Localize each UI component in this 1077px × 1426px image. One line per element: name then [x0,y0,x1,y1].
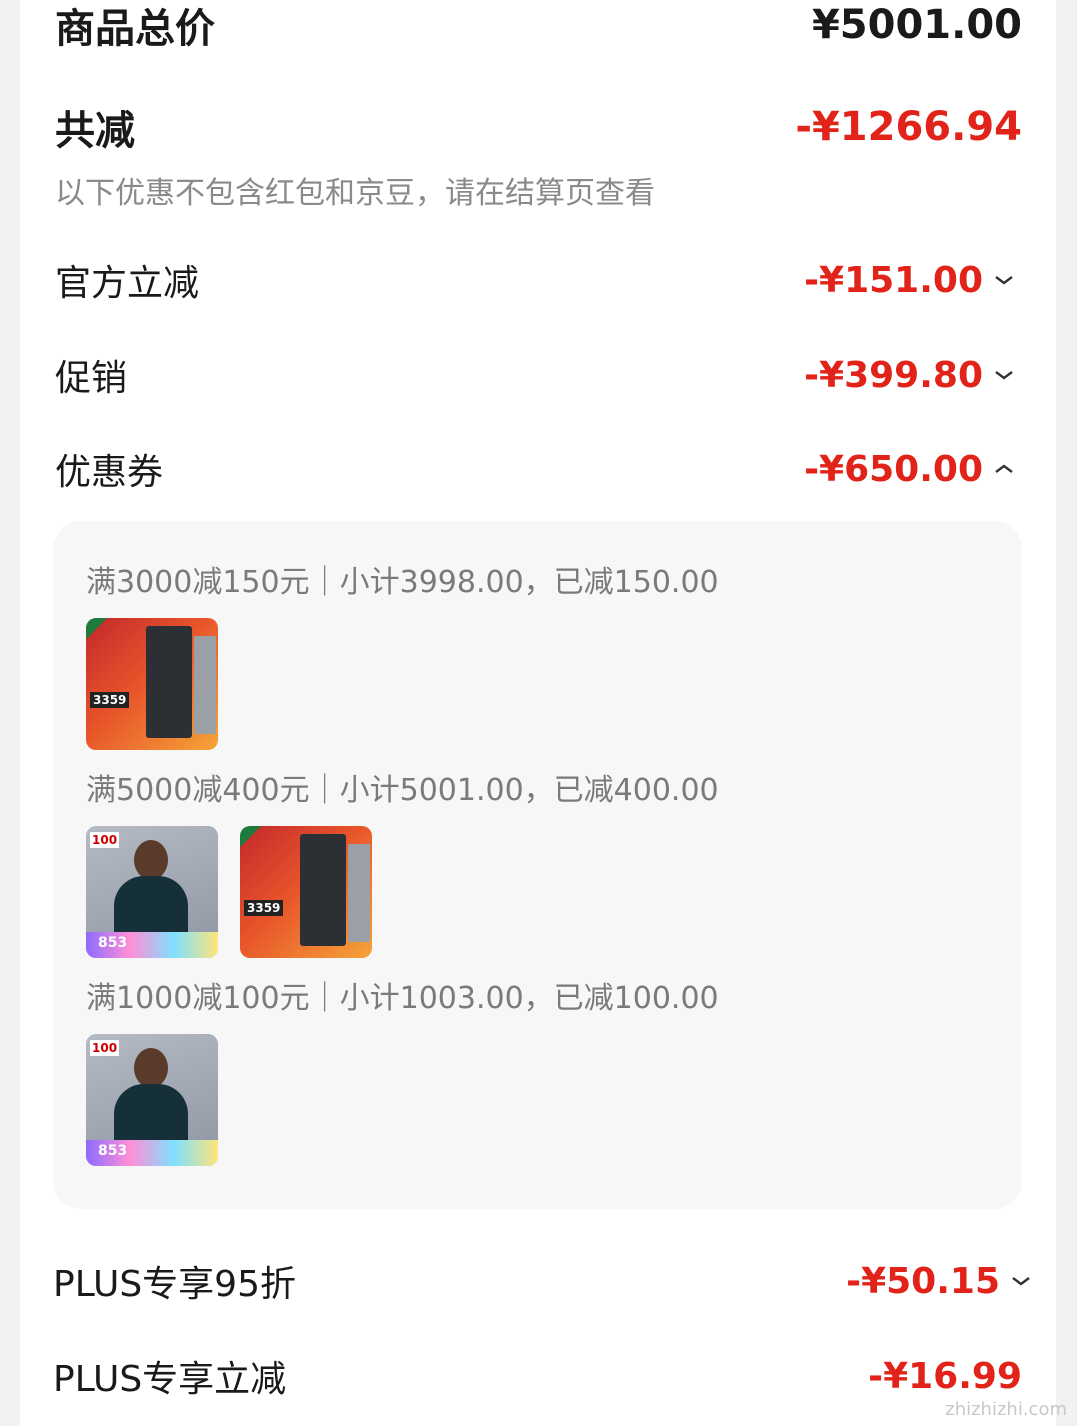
total-row: 商品总价 ¥5001.00 [55,0,1022,52]
thumb-price: 3359 [90,692,130,708]
reduce-note: 以下优惠不包含红包和京豆，请在结算页查看 [55,176,655,211]
thumb-price: 3359 [244,900,284,916]
coupon-line: 满5000减400元｜小计5001.00，已减400.00 [86,773,719,808]
thumb-price: 853 [98,935,128,951]
discount-label: 官方立减 [55,263,200,304]
promo-strip: 853 [86,932,218,958]
total-label: 商品总价 [55,6,215,52]
discount-amount: -¥151.00 [804,259,983,301]
coupon-line: 满1000减100元｜小计1003.00，已减100.00 [86,981,719,1016]
discount-label: 促销 [55,358,128,399]
discount-value: -¥50.15 [846,1261,1032,1302]
thumb-price: 853 [98,1143,128,1159]
reduce-value: -¥1266.94 [795,104,1022,150]
discount-amount: -¥399.80 [804,354,983,396]
fridge-door [146,626,192,738]
fridge-side [194,636,216,734]
brand-badge: 100 [90,1040,120,1056]
chevron-down-icon[interactable] [993,269,1015,291]
chevron-down-icon[interactable] [993,364,1015,386]
coupon-line: 满3000减150元｜小计3998.00，已减150.00 [86,565,719,600]
reduce-label: 共减 [55,108,135,154]
product-thumb-fridge[interactable]: 3359 [86,618,218,750]
discount-row-official[interactable]: 官方立减 -¥151.00 [55,255,1015,305]
chevron-up-icon[interactable] [993,458,1015,480]
discount-value: -¥16.99 [868,1356,1022,1397]
discount-amount: -¥650.00 [804,448,983,490]
fridge-side [348,844,370,942]
discount-label: 优惠券 [55,452,164,493]
discount-row-coupon[interactable]: 优惠券 -¥650.00 [55,444,1015,494]
brand-badge: 100 [90,832,120,848]
coupon-detail-panel: 满3000减150元｜小计3998.00，已减150.00 3359 满5000… [53,521,1022,1209]
chevron-down-icon[interactable] [1010,1270,1032,1292]
total-value: ¥5001.00 [811,2,1022,48]
product-thumb-jacket[interactable]: 100 853 [86,826,218,958]
product-thumb-fridge[interactable]: 3359 [240,826,372,958]
discount-value: -¥151.00 [804,260,1015,301]
discount-row-plus-reduce[interactable]: PLUS专享立减 -¥16.99 [53,1351,1022,1401]
model-head [134,1048,168,1088]
discount-row-plus-95[interactable]: PLUS专享95折 -¥50.15 [53,1256,1032,1306]
discount-amount: -¥16.99 [868,1355,1022,1397]
fridge-door [300,834,346,946]
product-thumb-jacket[interactable]: 100 853 [86,1034,218,1166]
discount-row-promo[interactable]: 促销 -¥399.80 [55,350,1015,400]
discount-value: -¥399.80 [804,355,1015,396]
discount-label: PLUS专享立减 [53,1359,287,1400]
reduce-row: 共减 -¥1266.94 [55,102,1022,154]
model-head [134,840,168,880]
discount-amount: -¥50.15 [846,1260,1000,1302]
discount-value: -¥650.00 [804,449,1015,490]
promo-strip: 853 [86,1140,218,1166]
discount-label: PLUS专享95折 [53,1264,296,1305]
watermark: zhizhizhi.com [945,1399,1067,1420]
